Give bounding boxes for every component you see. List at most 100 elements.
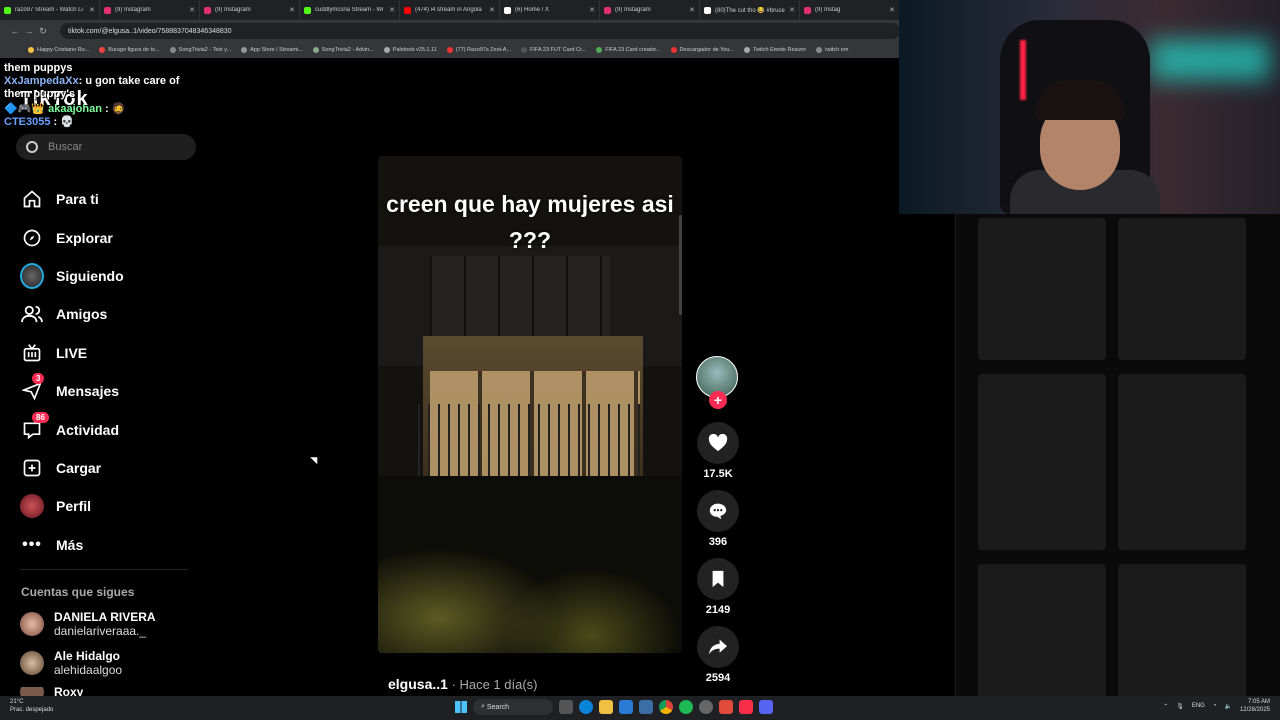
browser-tab[interactable]: razo97 Stream - Watch Li ✕ xyxy=(0,0,100,20)
following-account[interactable]: Roxy xyxy=(20,687,83,696)
search-input[interactable]: Buscar xyxy=(16,134,196,160)
browser-tab[interactable]: (474) i4 stream in Angola ✕ xyxy=(400,0,500,20)
bookmark-item[interactable]: twitch em xyxy=(816,47,848,53)
comment-icon[interactable] xyxy=(697,490,739,532)
taskbar-search[interactable]: ⌕ Search xyxy=(473,699,553,715)
bookmark-icon[interactable] xyxy=(697,558,739,600)
reload-icon[interactable]: ↻ xyxy=(36,26,50,37)
bookmark-item[interactable]: FIFA 23 Card creator... xyxy=(596,47,661,53)
close-icon[interactable]: ✕ xyxy=(289,6,295,14)
related-video-card[interactable] xyxy=(1118,218,1246,360)
close-icon[interactable]: ✕ xyxy=(189,6,195,14)
related-video-card[interactable] xyxy=(978,218,1106,360)
close-icon[interactable]: ✕ xyxy=(689,6,695,14)
sidebar-item-live[interactable]: LIVE xyxy=(20,334,200,372)
share-count: 2594 xyxy=(705,672,731,684)
file-explorer-icon[interactable] xyxy=(599,700,613,714)
bookmark-item[interactable]: FIFA 23 FUT Card Cr... xyxy=(521,47,586,53)
weather-widget[interactable]: 21°C Prac. despejado xyxy=(10,698,53,714)
bookmark-label: App Store / Streami... xyxy=(250,47,303,53)
tab-title: razo97 Stream - Watch Li xyxy=(15,7,83,13)
browser-tab[interactable]: cuddlymcsna Stream - Wi ✕ xyxy=(300,0,400,20)
bookmark-item[interactable]: Paletoob v25.1.11 xyxy=(383,47,437,53)
creator-avatar[interactable]: + xyxy=(696,356,738,409)
sidebar-item-m-s[interactable]: ••• Más xyxy=(20,526,200,564)
music-icon[interactable] xyxy=(739,700,753,714)
following-account[interactable]: Ale Hidalgo alehidaalgoo xyxy=(20,649,122,677)
bookmark-label: Descargador de You... xyxy=(679,47,734,53)
taskbar-apps: ⌕ Search xyxy=(455,699,773,715)
save-action[interactable]: 2149 xyxy=(696,558,740,616)
close-icon[interactable]: ✕ xyxy=(489,6,495,14)
close-icon[interactable]: ✕ xyxy=(889,6,895,14)
close-icon[interactable]: ✕ xyxy=(789,6,795,14)
notification-badge: 86 xyxy=(32,411,49,423)
bookmark-item[interactable]: SongTrivia2 - Test y... xyxy=(169,47,232,53)
follow-plus-button[interactable]: + xyxy=(709,391,727,409)
browser-tab[interactable]: (9) Instagram ✕ xyxy=(600,0,700,20)
browser-tab[interactable]: (9) Instagram ✕ xyxy=(100,0,200,20)
back-icon[interactable]: ← xyxy=(8,26,22,36)
sidebar-item-actividad[interactable]: 86 Actividad xyxy=(20,410,200,448)
webcam-light xyxy=(1150,40,1270,80)
sidebar-item-mensajes[interactable]: 3 Mensajes xyxy=(20,372,200,410)
store-icon[interactable] xyxy=(619,700,633,714)
related-video-card[interactable] xyxy=(1118,374,1246,550)
forward-icon[interactable]: → xyxy=(22,26,36,36)
browser-tab[interactable]: (6) Home / X ✕ xyxy=(500,0,600,20)
sidebar-item-perfil[interactable]: Perfil xyxy=(20,487,200,525)
bookmark-item[interactable]: Twitch Emote Resizer xyxy=(743,47,806,53)
close-icon[interactable]: ✕ xyxy=(589,6,595,14)
bookmark-item[interactable]: SongTrivia2 - Advin... xyxy=(312,47,374,53)
chrome-icon[interactable] xyxy=(659,700,673,714)
sidebar-item-siguiendo[interactable]: Siguiendo xyxy=(20,257,200,295)
bookmark-item[interactable]: Happy Cristiano Ro... xyxy=(28,47,89,53)
sidebar-item-explorar[interactable]: Explorar xyxy=(20,218,200,256)
sidebar-item-amigos[interactable]: Amigos xyxy=(20,295,200,333)
language-indicator[interactable]: ENG xyxy=(1192,703,1205,709)
bookmark-favicon-icon xyxy=(28,47,34,53)
mail-icon[interactable] xyxy=(639,700,653,714)
edge-icon[interactable] xyxy=(579,700,593,714)
bookmark-item[interactable]: Burago figura de to... xyxy=(99,47,160,53)
microphone-icon[interactable]: 🎙 xyxy=(1176,703,1184,710)
bookmark-favicon-icon xyxy=(446,47,453,53)
close-icon[interactable]: ✕ xyxy=(389,6,395,14)
chevron-up-icon[interactable]: ⌃ xyxy=(1163,703,1168,710)
spotify-icon[interactable] xyxy=(679,700,693,714)
windows-start-icon[interactable] xyxy=(455,701,467,713)
following-account[interactable]: DANIELA RIVERA danielariveraaa._ xyxy=(20,610,156,638)
discord-icon[interactable] xyxy=(759,700,773,714)
like-action[interactable]: 17.5K xyxy=(696,422,740,480)
browser-tab[interactable]: (9) Instagram ✕ xyxy=(200,0,300,20)
video-scrollbar[interactable] xyxy=(679,215,682,315)
sidebar-item-label: Mensajes xyxy=(56,383,120,400)
bookmark-item[interactable]: (77) Razo97s Zest-A... xyxy=(446,47,511,53)
comment-action[interactable]: 396 xyxy=(696,490,740,548)
tab-favicon-icon xyxy=(604,6,611,14)
video-player[interactable]: creen que hay mujeres asi ??? xyxy=(378,156,682,653)
wifi-icon[interactable]: ◔ xyxy=(1213,703,1217,709)
volume-icon[interactable]: 🔈 xyxy=(1224,703,1231,710)
heart-icon[interactable] xyxy=(697,422,739,464)
bookmark-item[interactable]: App Store / Streami... xyxy=(241,47,303,53)
tab-title: (6) Home / X xyxy=(515,7,550,13)
related-video-card[interactable] xyxy=(978,374,1106,550)
steam-icon[interactable] xyxy=(699,700,713,714)
video-author[interactable]: elgusa..1 xyxy=(388,676,448,692)
task-view-icon[interactable] xyxy=(559,700,573,714)
browser-tab[interactable]: (80)The cut tho 😂 #bruce ✕ xyxy=(700,0,800,20)
browser-tab[interactable]: (9) Instag ✕ xyxy=(800,0,900,20)
video-scene-railing xyxy=(418,404,648,480)
sidebar-item-para-ti[interactable]: Para ti xyxy=(20,180,200,218)
profile-avatar-icon xyxy=(20,494,44,519)
url-field[interactable]: tiktok.com/@elgusa..1/video/758883704834… xyxy=(60,23,900,39)
bookmark-label: SongTrivia2 - Test y... xyxy=(178,47,232,53)
share-arrow-icon[interactable] xyxy=(697,626,739,668)
clock[interactable]: 7:05 AM 12/28/2025 xyxy=(1240,698,1270,714)
sidebar-item-cargar[interactable]: Cargar xyxy=(20,449,200,487)
bookmark-item[interactable]: Descargador de You... xyxy=(670,47,734,53)
close-icon[interactable]: ✕ xyxy=(89,6,95,14)
share-action[interactable]: 2594 xyxy=(696,626,740,684)
app-icon[interactable] xyxy=(719,700,733,714)
